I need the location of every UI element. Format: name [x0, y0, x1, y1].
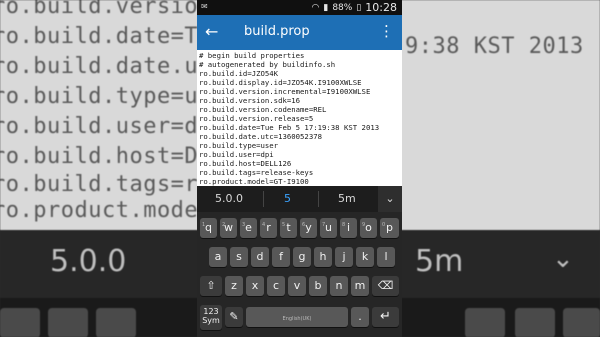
clock: 10:28 — [365, 1, 397, 14]
key-u[interactable]: 7u — [320, 218, 337, 238]
key-i[interactable]: 8i — [340, 218, 357, 238]
key-z[interactable]: z — [225, 276, 243, 296]
editor-line: # autogenerated by buildinfo.sh — [199, 60, 336, 69]
key-l[interactable]: l — [377, 247, 395, 267]
background-key — [563, 308, 600, 337]
key-g[interactable]: g — [293, 247, 311, 267]
editor-line: ro.build.type=user — [199, 141, 279, 150]
key-q[interactable]: 1q — [200, 218, 217, 238]
status-bar: ✉ ◠ ▮ 88% ▯ 10:28 — [197, 0, 402, 15]
key-s[interactable]: s — [230, 247, 248, 267]
background-line: ro.build.versio — [0, 0, 199, 19]
key-y[interactable]: 6y — [300, 218, 317, 238]
background-line: ro.product.mode — [0, 198, 199, 223]
editor-line: # begin build properties — [199, 51, 305, 60]
key-t[interactable]: 5t — [280, 218, 297, 238]
background-suggestion: 5m — [415, 244, 464, 279]
wifi-icon: ◠ — [311, 2, 320, 13]
symbols-key[interactable]: 123 Sym — [200, 305, 222, 330]
editor-line: ro.build.version.release=5 — [199, 114, 314, 123]
key-m[interactable]: m — [351, 276, 369, 296]
background-key — [0, 308, 40, 337]
enter-key[interactable]: ↵ — [372, 307, 399, 327]
phone-screen: ✉ ◠ ▮ 88% ▯ 10:28 ← build.prop ⋮ # begin… — [197, 0, 402, 337]
background-key — [96, 308, 136, 337]
battery-icon: ▯ — [356, 2, 362, 13]
key-p[interactable]: 0p — [380, 218, 399, 238]
page-title: build.prop — [244, 24, 310, 39]
suggestion-bar: 5.0.0 5 5m ⌄ — [197, 186, 402, 213]
background-line: ro.build.date=T — [0, 24, 199, 49]
editor-line: ro.build.version.incremental=I9100XWLSE — [199, 87, 371, 96]
divider — [318, 191, 319, 207]
key-r[interactable]: 4r — [260, 218, 277, 238]
background-line: ro.build.tags=r — [0, 172, 199, 197]
key-o[interactable]: 9o — [360, 218, 377, 238]
status-icons: ◠ ▮ 88% ▯ 10:28 — [312, 1, 397, 14]
handwriting-icon[interactable]: ✎ — [225, 307, 243, 327]
key-w[interactable]: 2w — [220, 218, 237, 238]
battery-level: 88% — [332, 2, 353, 13]
editor-line: ro.build.user=dpi — [199, 150, 274, 159]
editor-line: ro.build.display.id=JZO54K.I9100XWLSE — [199, 78, 362, 87]
divider — [263, 191, 264, 207]
editor-line: ro.build.version.codename=REL — [199, 105, 327, 114]
background-key — [48, 308, 88, 337]
key-h[interactable]: h — [314, 247, 332, 267]
background-date-fragment: 9:38 KST 2013 — [405, 34, 584, 59]
shift-key[interactable]: ⇧ — [200, 276, 222, 296]
key-a[interactable]: a — [209, 247, 227, 267]
editor-line: ro.build.host=DELL126 — [199, 159, 292, 168]
space-language-label: English(UK) — [282, 316, 312, 322]
signal-icon: ▮ — [323, 2, 329, 13]
key-j[interactable]: j — [335, 247, 353, 267]
chevron-down-icon[interactable]: ⌄ — [378, 186, 402, 212]
overflow-menu-icon[interactable]: ⋮ — [379, 22, 394, 40]
space-key[interactable]: English(UK) — [246, 307, 348, 327]
background-suggestion: 5.0.0 — [50, 244, 127, 279]
suggestion-item[interactable]: 5m — [338, 192, 356, 205]
key-f[interactable]: f — [272, 247, 290, 267]
key-v[interactable]: v — [288, 276, 306, 296]
keyboard: 1q 2w 3e 4r 5t 6y 7u 8i 9o 0p a s d f g … — [197, 212, 402, 337]
text-editor[interactable]: # begin build properties # autogenerated… — [197, 50, 402, 186]
key-n[interactable]: n — [330, 276, 348, 296]
delete-key[interactable]: ⌫ — [372, 276, 399, 296]
editor-line: ro.product.model=GT-I9100 — [199, 177, 309, 186]
background-line: ro.build.type=u — [0, 84, 199, 109]
editor-line: ro.build.date.utc=1360052378 — [199, 132, 323, 141]
action-bar: ← build.prop ⋮ — [197, 15, 402, 50]
editor-line: ro.build.tags=release-keys — [199, 168, 314, 177]
background-chevron-icon: ⌄ — [552, 244, 574, 274]
background-key — [465, 308, 505, 337]
background-line: ro.build.host=D — [0, 144, 199, 169]
editor-line: ro.build.date=Tue Feb 5 17:19:38 KST 201… — [199, 123, 380, 132]
background-key — [515, 308, 555, 337]
editor-line: ro.build.version.sdk=16 — [199, 96, 301, 105]
period-key[interactable]: . — [351, 307, 369, 327]
background-line: ro.build.user=d — [0, 114, 199, 139]
suggestion-item[interactable]: 5.0.0 — [215, 192, 243, 205]
suggestion-item[interactable]: 5 — [284, 192, 291, 205]
notification-icon: ✉ — [201, 2, 208, 11]
background-line: ro.build.date.u — [0, 54, 199, 79]
key-c[interactable]: c — [267, 276, 285, 296]
key-e[interactable]: 3e — [240, 218, 257, 238]
key-d[interactable]: d — [251, 247, 269, 267]
key-b[interactable]: b — [309, 276, 327, 296]
back-arrow-icon[interactable]: ← — [205, 22, 218, 41]
key-k[interactable]: k — [356, 247, 374, 267]
key-x[interactable]: x — [246, 276, 264, 296]
editor-line: ro.build.id=JZO54K — [199, 69, 279, 78]
